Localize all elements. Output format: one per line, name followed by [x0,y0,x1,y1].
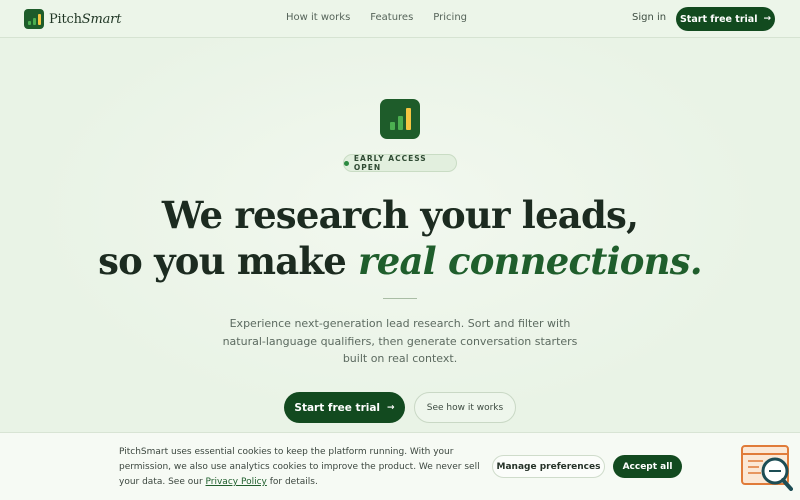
early-access-badge-label: EARLY ACCESS OPEN [353,154,427,172]
hero-divider [383,298,417,299]
brand-logo[interactable]: PitchSmart [24,9,121,29]
brand-name: PitchSmart [49,11,122,27]
chat-search-widget-icon[interactable] [741,445,793,491]
manage-preferences-button[interactable]: Manage preferences [492,455,605,478]
early-access-badge: EARLY ACCESS OPEN [343,154,457,172]
arrow-right-icon: → [763,14,772,24]
hero-start-trial-button[interactable]: Start free trial → [284,392,405,423]
headline-emphasis: real connections. [358,239,703,283]
bar-chart-logo-icon [24,9,44,29]
nav-link-features[interactable]: Features [370,12,413,23]
nav-link-how-it-works[interactable]: How it works [286,12,350,23]
top-navbar: PitchSmart How it works Features Pricing… [0,0,800,38]
hero-cta-label: Start free trial [294,401,381,414]
cookie-banner: PitchSmart uses essential cookies to kee… [0,432,800,500]
accept-all-button[interactable]: Accept all [613,455,682,478]
nav-link-pricing[interactable]: Pricing [433,12,467,23]
arrow-right-icon: → [387,402,395,413]
cookie-banner-text: PitchSmart uses essential cookies to kee… [119,447,480,487]
see-how-it-works-button[interactable]: See how it works [414,392,516,423]
nav-links: How it works Features Pricing [286,12,467,23]
status-dot-icon [344,160,349,166]
nav-cta-label: Start free trial [679,13,758,25]
nav-start-trial-button[interactable]: Start free trial → [676,7,775,31]
privacy-policy-link[interactable]: Privacy Policy [206,477,267,487]
hero-headline-line2: so you make real connections. [98,239,703,283]
hero-headline-line1: We research your leads, [161,193,639,237]
bar-chart-logo-icon [380,99,420,139]
hero-subtitle: Experience next-generation lead research… [222,317,578,365]
sign-in-link[interactable]: Sign in [632,12,666,23]
